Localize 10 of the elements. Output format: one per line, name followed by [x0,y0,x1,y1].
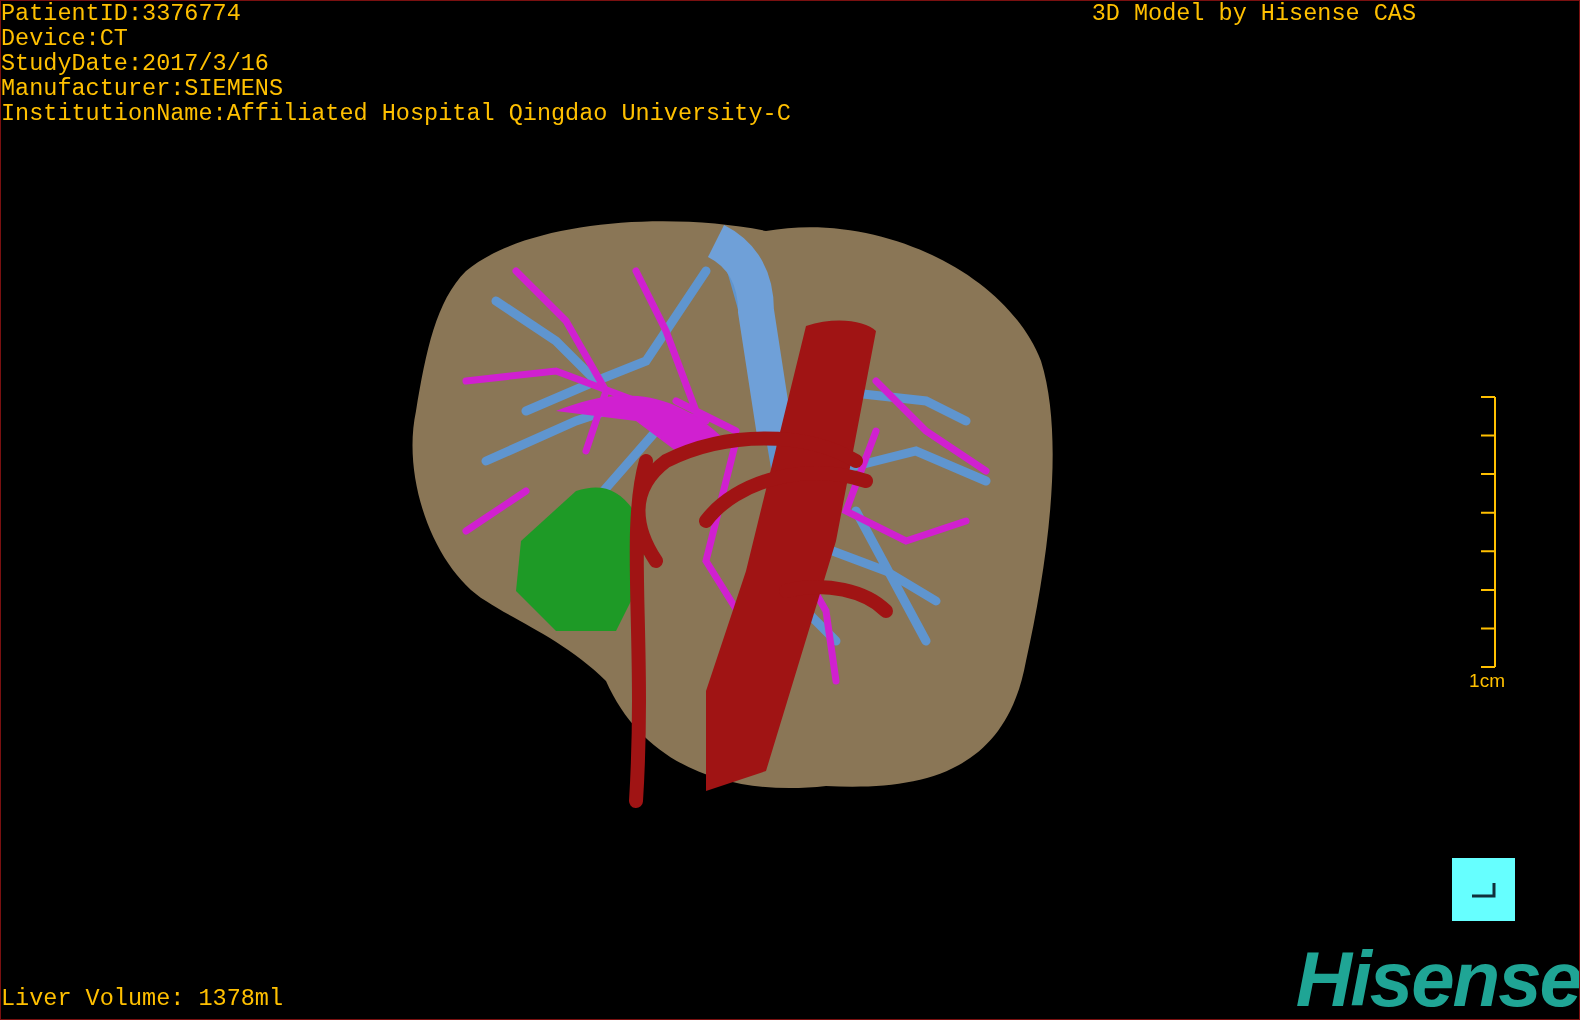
brand-logo: Hisense [1295,939,1579,1019]
scale-label: 1cm [1469,670,1505,692]
viewer-title: 3D Model by Hisense CAS [1091,1,1416,26]
study-info-text: Device:CT [1,26,129,51]
corner-button[interactable] [1452,858,1515,921]
study-info-text: PatientID:3376774 [1,1,242,26]
liver-volume-text: Liver Volume: 1378ml [1,986,284,1011]
study-info-text: Manufacturer:SIEMENS [1,76,285,101]
study-info-text: StudyDate:2017/3/16 [1,51,270,76]
study-info-text: InstitutionName:Affiliated Hospital Qingdao University-C [1,101,791,126]
